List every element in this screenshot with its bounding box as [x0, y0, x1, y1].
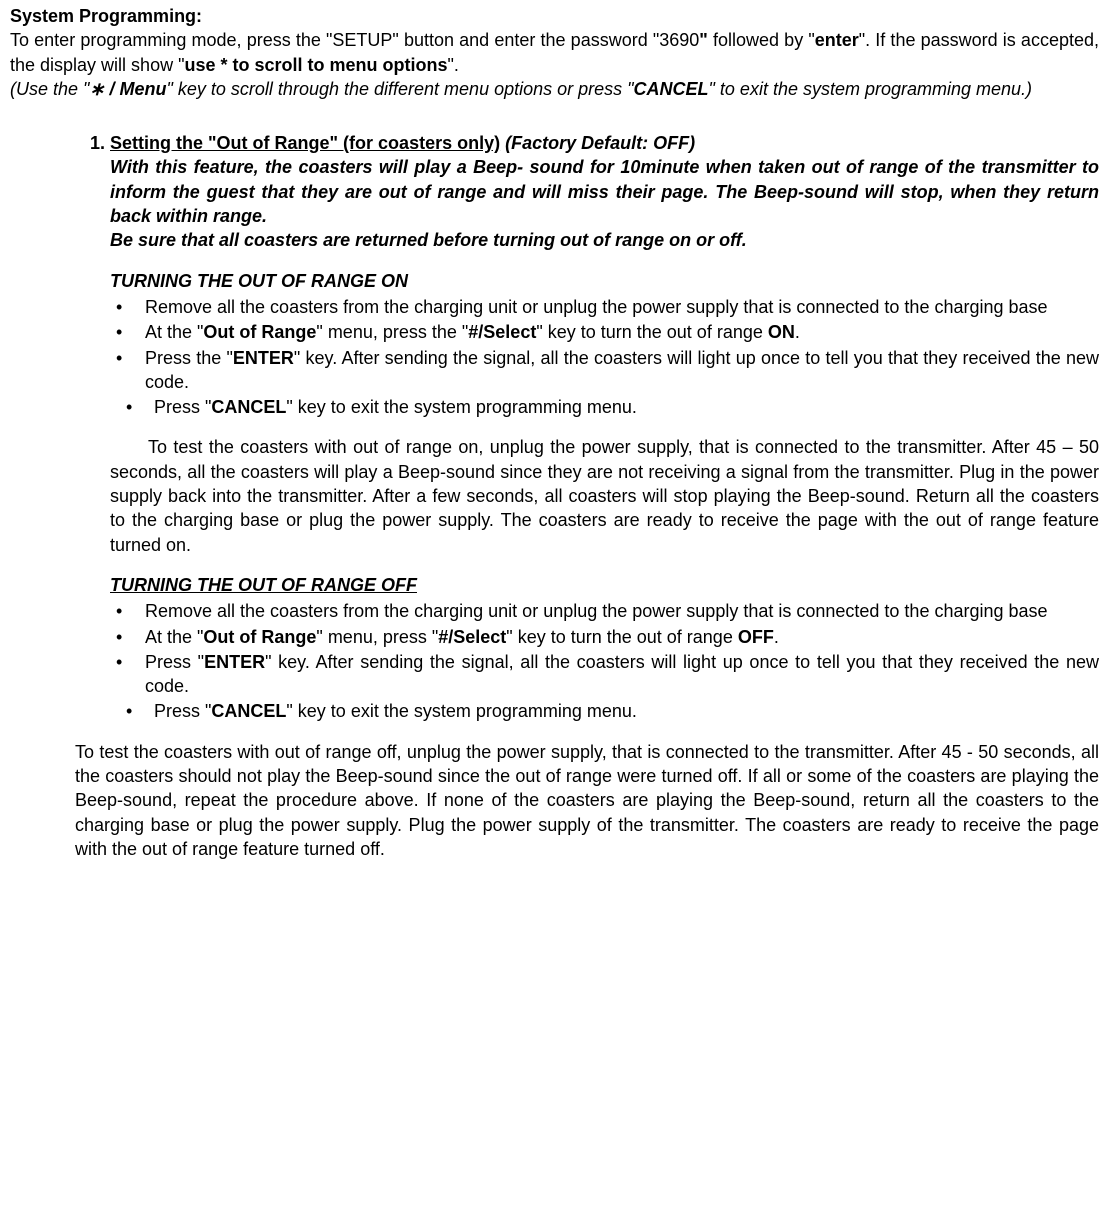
text: . — [795, 322, 800, 342]
bullet-on-2: At the "Out of Range" menu, press the "#… — [110, 320, 1099, 344]
text: Remove all the coasters from the chargin… — [145, 601, 1048, 621]
text: " to exit the system programming menu.) — [709, 79, 1033, 99]
bullet-off-3: Press "ENTER" key. After sending the sig… — [110, 650, 1099, 699]
text: Press " — [154, 397, 211, 417]
intro-paragraph-2: (Use the "∗ / Menu" key to scroll throug… — [10, 77, 1099, 101]
on-test-paragraph: To test the coasters with out of range o… — [110, 435, 1099, 556]
section-off-header: TURNING THE OUT OF RANGE OFF — [110, 573, 1099, 597]
emphasis: " — [699, 30, 708, 50]
text: " key to exit the system programming men… — [286, 397, 637, 417]
text: " menu, press " — [316, 627, 438, 647]
cancel-key: CANCEL — [211, 397, 286, 417]
text: Press " — [154, 701, 211, 721]
text: . — [774, 627, 779, 647]
main-list: Setting the "Out of Range" (for coasters… — [75, 131, 1099, 861]
text: " key to turn the out of range — [506, 627, 738, 647]
section-on-header: TURNING THE OUT OF RANGE ON — [110, 269, 1099, 293]
text: ". — [448, 55, 459, 75]
factory-default: (Factory Default: OFF) — [505, 133, 695, 153]
on-bullets: Remove all the coasters from the chargin… — [110, 295, 1099, 394]
select-key: #/Select — [468, 322, 536, 342]
item-description-1: With this feature, the coasters will pla… — [110, 155, 1099, 228]
text: " key to scroll through the different me… — [167, 79, 634, 99]
enter-key: ENTER — [233, 348, 294, 368]
intro-paragraph-1: To enter programming mode, press the "SE… — [10, 28, 1099, 77]
display-message: use * to scroll to menu options — [184, 55, 447, 75]
bullet-on-1: Remove all the coasters from the chargin… — [110, 295, 1099, 319]
text: (Use the " — [10, 79, 89, 99]
select-key: #/Select — [438, 627, 506, 647]
bullet-off-2: At the "Out of Range" menu, press "#/Sel… — [110, 625, 1099, 649]
enter-key: ENTER — [204, 652, 265, 672]
bullet-on-4: Press "CANCEL" key to exit the system pr… — [110, 395, 1099, 419]
on-bullets-indent: Press "CANCEL" key to exit the system pr… — [110, 395, 1099, 419]
out-of-range-menu: Out of Range — [203, 322, 316, 342]
cancel-key: CANCEL — [634, 79, 709, 99]
text: " key to turn the out of range — [536, 322, 768, 342]
bullet-off-1: Remove all the coasters from the chargin… — [110, 599, 1099, 623]
main-heading: System Programming: — [10, 4, 1099, 28]
text: followed by " — [708, 30, 815, 50]
text: Remove all the coasters from the chargin… — [145, 297, 1048, 317]
item-description-2: Be sure that all coasters are returned b… — [110, 228, 1099, 252]
bullet-off-4: Press "CANCEL" key to exit the system pr… — [110, 699, 1099, 723]
text: " menu, press the " — [316, 322, 468, 342]
off-value: OFF — [738, 627, 774, 647]
enter-key: enter — [815, 30, 859, 50]
text: At the " — [145, 627, 203, 647]
cancel-key: CANCEL — [211, 701, 286, 721]
item-title: Setting the "Out of Range" (for coasters… — [110, 133, 500, 153]
text: " key. After sending the signal, all the… — [145, 652, 1099, 696]
text: At the " — [145, 322, 203, 342]
intro-block: To enter programming mode, press the "SE… — [10, 28, 1099, 101]
on-value: ON — [768, 322, 795, 342]
off-test-paragraph: To test the coasters with out of range o… — [75, 740, 1099, 861]
list-item-1: Setting the "Out of Range" (for coasters… — [110, 131, 1099, 861]
text: " key to exit the system programming men… — [286, 701, 637, 721]
text: To enter programming mode, press the "SE… — [10, 30, 699, 50]
bullet-on-3: Press the "ENTER" key. After sending the… — [110, 346, 1099, 395]
text: Press " — [145, 652, 204, 672]
off-bullets-indent: Press "CANCEL" key to exit the system pr… — [110, 699, 1099, 723]
star-menu-key: ∗ / Menu — [89, 79, 166, 99]
out-of-range-menu: Out of Range — [203, 627, 316, 647]
text: Press the " — [145, 348, 233, 368]
off-bullets: Remove all the coasters from the chargin… — [110, 599, 1099, 698]
